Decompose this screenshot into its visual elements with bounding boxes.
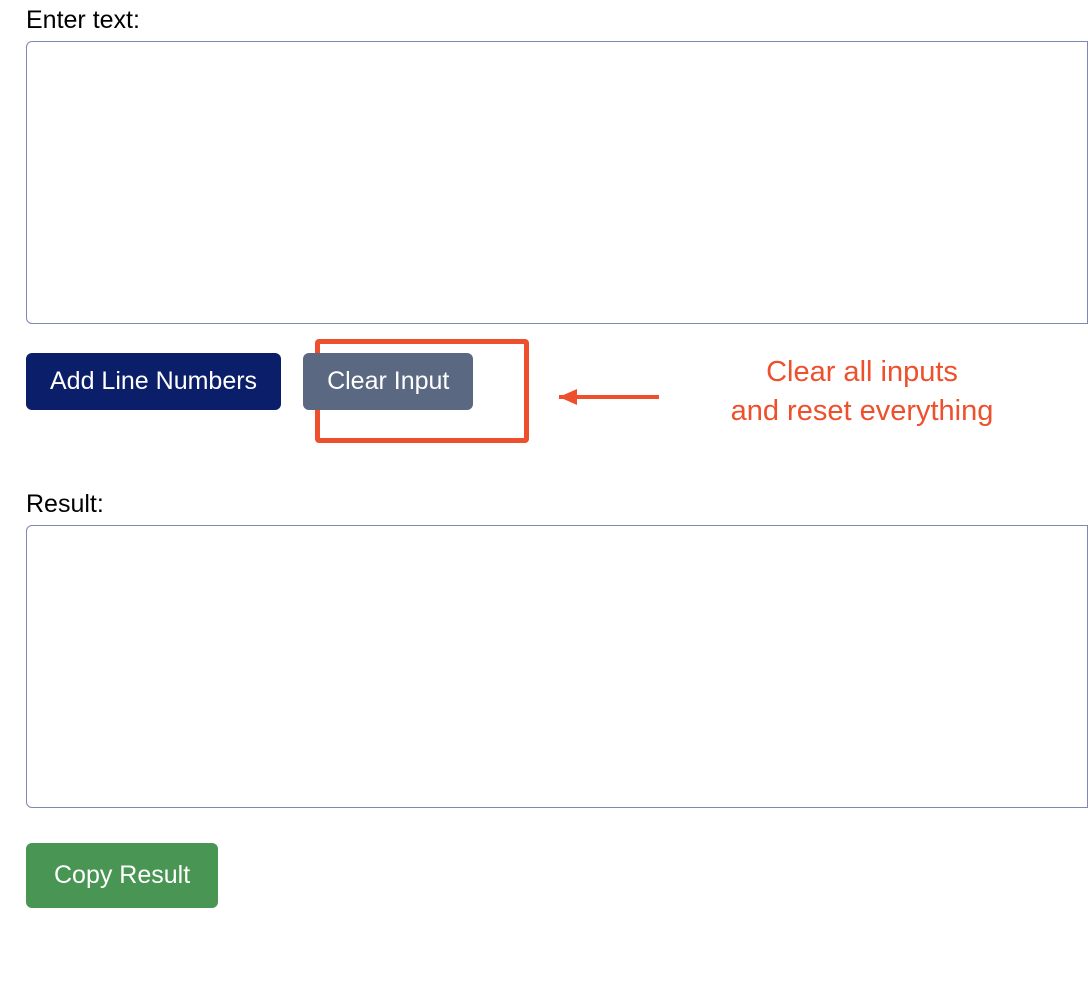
add-line-numbers-button[interactable]: Add Line Numbers	[26, 353, 281, 410]
input-textarea[interactable]	[26, 41, 1088, 324]
copy-result-button[interactable]: Copy Result	[26, 843, 218, 908]
action-button-row: Add Line Numbers Clear Input Clear all i…	[26, 353, 1088, 410]
callout-arrow-icon	[529, 377, 669, 417]
result-label: Result:	[26, 490, 1088, 519]
callout-text: Clear all inputs and reset everything	[662, 353, 1062, 431]
result-textarea[interactable]	[26, 525, 1088, 808]
clear-input-button[interactable]: Clear Input	[303, 353, 473, 410]
callout-line1: Clear all inputs	[766, 356, 958, 388]
enter-text-label: Enter text:	[26, 6, 1088, 35]
callout-line2: and reset everything	[731, 395, 994, 427]
